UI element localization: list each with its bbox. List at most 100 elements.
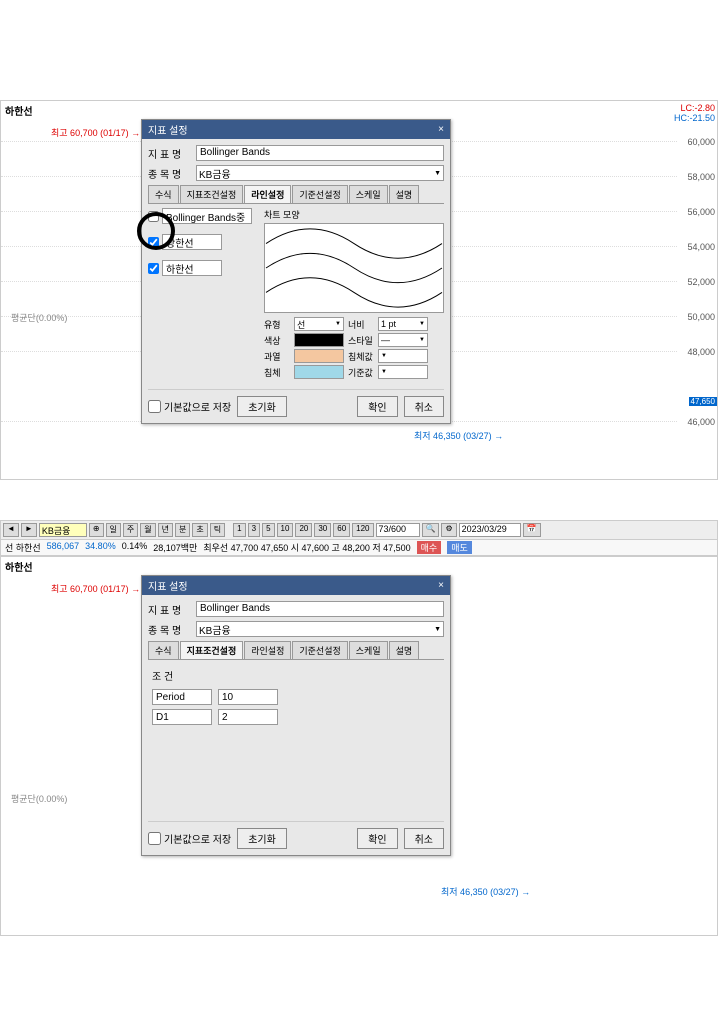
num-5[interactable]: 5 (262, 523, 274, 537)
calendar-icon[interactable]: 📅 (523, 523, 541, 537)
overlay-swatch[interactable] (294, 349, 344, 363)
ok-button[interactable]: 확인 (357, 396, 397, 417)
upper-checkbox[interactable]: 상한선 (148, 234, 258, 250)
tab-line[interactable]: 라인설정 (244, 185, 291, 203)
tab-scale[interactable]: 스케일 (349, 185, 388, 203)
num-60[interactable]: 60 (333, 523, 350, 537)
upper-label: 상한선 (162, 234, 222, 250)
d1-input[interactable]: 2 (218, 709, 278, 725)
date-input[interactable]: 2023/03/29 (459, 523, 521, 537)
period-min[interactable]: 분 (175, 523, 190, 537)
status-bar: 선 하한선 586,067 34.80% 0.14% 28,107백만 최우선 … (0, 540, 718, 556)
checkbox[interactable] (148, 211, 159, 222)
avg-label: 평균단(0.00%) (11, 311, 67, 324)
period-week[interactable]: 주 (123, 523, 138, 537)
symbol-input[interactable]: KB금융 (39, 523, 87, 537)
checkbox[interactable] (148, 832, 161, 845)
style-controls: 유형 선 너비 1 pt 색상 스타일 — (264, 317, 444, 379)
symbol-select[interactable]: KB금융 (196, 165, 444, 181)
period-label: Period (152, 689, 212, 705)
dialog-titlebar[interactable]: 지표 설정 × (142, 120, 450, 139)
ok-button[interactable]: 확인 (357, 828, 397, 849)
reset-button[interactable]: 초기화 (237, 828, 287, 849)
period-year[interactable]: 년 (158, 523, 173, 537)
chart-area[interactable]: 하한선 LC:-2.80 HC:-21.50 60,000 58,000 56,… (1, 101, 717, 479)
num-3[interactable]: 3 (248, 523, 260, 537)
chart-area-2[interactable]: 하한선 최고 60,700 (01/17) → 최저 46,350 (03/27… (1, 557, 717, 935)
zoom-icon[interactable]: 🔍 (422, 523, 440, 537)
condition-row: Period 10 (152, 689, 440, 705)
dialog-titlebar[interactable]: 지표 설정 × (142, 576, 450, 595)
y-tick: 52,000 (687, 277, 715, 287)
indicator-name-input[interactable]: Bollinger Bands (196, 145, 444, 161)
width-label: 너비 (348, 318, 374, 331)
bb-mid-label: Bollinger Bands중 (162, 208, 252, 224)
stdwidth-input[interactable] (378, 349, 428, 363)
close-icon[interactable]: × (438, 580, 444, 591)
y-tick: 50,000 (687, 312, 715, 322)
width-select[interactable]: 1 pt (378, 317, 428, 331)
num-120[interactable]: 120 (352, 523, 373, 537)
baseline-input[interactable] (378, 365, 428, 379)
y-tick: 58,000 (687, 172, 715, 182)
y-tick: 60,000 (687, 137, 715, 147)
linestyle-select[interactable]: — (378, 333, 428, 347)
type-select[interactable]: 선 (294, 317, 344, 331)
change-value: 34.80% (85, 541, 116, 554)
tab-condition[interactable]: 지표조건설정 (180, 641, 244, 659)
nav-next-icon[interactable]: ► (21, 523, 37, 537)
search-icon[interactable]: ⊕ (89, 523, 104, 537)
save-default-checkbox[interactable]: 기본값으로 저장 (148, 399, 231, 414)
y-tick: 48,000 (687, 347, 715, 357)
period-month[interactable]: 월 (140, 523, 155, 537)
chart-title: 하한선 (5, 559, 33, 574)
indicator-name-label: 지 표 명 (148, 602, 192, 617)
period-input[interactable]: 10 (218, 689, 278, 705)
lower-label: 하한선 (162, 260, 222, 276)
save-default-checkbox[interactable]: 기본값으로 저장 (148, 831, 231, 846)
lower-checkbox[interactable]: 하한선 (148, 260, 258, 276)
lc-hc-labels: LC:-2.80 HC:-21.50 (674, 103, 715, 123)
period-tick[interactable]: 틱 (210, 523, 225, 537)
checkbox[interactable] (148, 237, 159, 248)
checkbox[interactable] (148, 263, 159, 274)
tab-scale[interactable]: 스케일 (349, 641, 388, 659)
tab-line[interactable]: 라인설정 (244, 641, 291, 659)
period-day[interactable]: 일 (106, 523, 121, 537)
tab-desc[interactable]: 설명 (389, 185, 420, 203)
period-sec[interactable]: 초 (192, 523, 207, 537)
symbol-select[interactable]: KB금융 (196, 621, 444, 637)
symbol-name-label: 종 목 명 (148, 166, 192, 181)
stdwidth-label: 침체값 (348, 350, 374, 363)
tool-icon[interactable]: ⚙ (441, 523, 456, 537)
indicator-name-input[interactable]: Bollinger Bands (196, 601, 444, 617)
bb-mid-checkbox[interactable]: Bollinger Bands중 (148, 208, 258, 224)
y-tick: 54,000 (687, 242, 715, 252)
tab-baseline[interactable]: 기준선설정 (292, 185, 347, 203)
sell-button[interactable]: 매도 (447, 541, 472, 554)
baseline-label: 기준값 (348, 366, 374, 379)
cancel-button[interactable]: 취소 (404, 828, 444, 849)
close-icon[interactable]: × (438, 124, 444, 135)
tab-baseline[interactable]: 기준선설정 (292, 641, 347, 659)
tab-desc[interactable]: 설명 (389, 641, 420, 659)
tab-formula[interactable]: 수식 (148, 641, 179, 659)
body-label: 침체 (264, 366, 290, 379)
condition-row: D1 2 (152, 709, 440, 725)
nav-prev-icon[interactable]: ◄ (3, 523, 19, 537)
tab-condition[interactable]: 지표조건설정 (180, 185, 244, 203)
num-30[interactable]: 30 (314, 523, 331, 537)
body-swatch[interactable] (294, 365, 344, 379)
buy-button[interactable]: 매수 (417, 541, 442, 554)
reset-button[interactable]: 초기화 (237, 396, 287, 417)
checkbox[interactable] (148, 400, 161, 413)
num-10[interactable]: 10 (277, 523, 294, 537)
cancel-button[interactable]: 취소 (404, 396, 444, 417)
num-1[interactable]: 1 (233, 523, 245, 537)
num-20[interactable]: 20 (295, 523, 312, 537)
color-swatch[interactable] (294, 333, 344, 347)
tab-formula[interactable]: 수식 (148, 185, 179, 203)
bar-count[interactable]: 73/600 (376, 523, 420, 537)
line-options: Bollinger Bands중 상한선 하한선 (148, 208, 258, 381)
type-label: 유형 (264, 318, 290, 331)
